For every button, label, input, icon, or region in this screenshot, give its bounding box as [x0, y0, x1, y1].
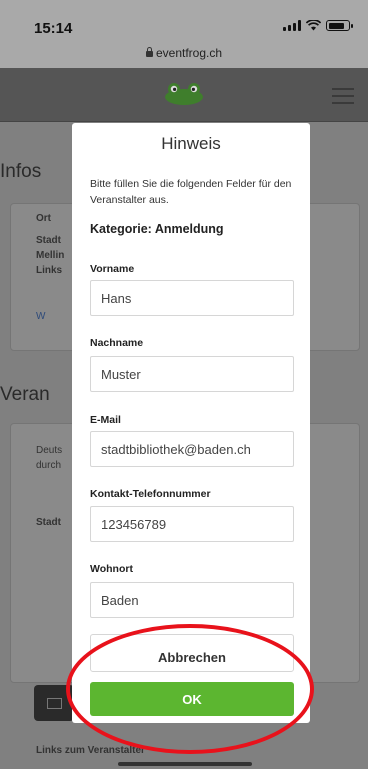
last-name-input[interactable]: Muster	[90, 356, 294, 392]
dialog-intro-text: Bitte füllen Sie die folgenden Felder fü…	[90, 178, 292, 206]
organizer-card-line: durch	[36, 460, 62, 471]
organizer-card-line: Deuts	[36, 445, 63, 456]
status-time: 15:14	[34, 20, 73, 37]
first-name-input[interactable]: Hans	[90, 280, 294, 316]
organizer-card-name: Stadt	[36, 517, 61, 528]
info-card-line: Ort	[36, 213, 51, 224]
cancel-button[interactable]: Abbrechen	[90, 634, 294, 672]
address-bar-url: eventfrog.ch	[155, 46, 223, 60]
signal-icon	[283, 20, 301, 31]
battery-icon	[326, 20, 353, 31]
system-icons	[283, 20, 353, 31]
lock-icon	[145, 47, 153, 57]
home-indicator	[118, 762, 252, 766]
info-card-line: Mellin	[36, 250, 65, 261]
wifi-icon	[306, 20, 321, 31]
first-name-label: Vorname	[90, 263, 135, 275]
info-card-link[interactable]: W	[36, 309, 45, 324]
phone-label: Kontakt-Telefonnummer	[90, 488, 211, 500]
info-card-line: Links	[36, 265, 63, 276]
residence-input[interactable]: Baden	[90, 582, 294, 618]
info-card-line: Stadt	[36, 235, 61, 246]
residence-label: Wohnort	[90, 563, 133, 575]
email-label: E-Mail	[90, 414, 121, 426]
mail-button[interactable]	[34, 685, 74, 721]
phone-input[interactable]: 123456789	[90, 506, 294, 542]
dialog-title: Hinweis	[161, 134, 221, 153]
site-navbar	[0, 68, 368, 122]
section-veranstalter-heading: Veran	[0, 384, 50, 405]
registration-dialog: Hinweis Bitte füllen Sie die folgenden F…	[72, 123, 310, 723]
organizer-links-label: Links zum Veranstalter	[36, 745, 145, 756]
last-name-label: Nachname	[90, 337, 144, 349]
status-bar: 15:14 eventfrog.ch	[0, 0, 368, 68]
frog-logo-icon[interactable]	[163, 80, 205, 106]
address-bar[interactable]: eventfrog.ch	[0, 46, 368, 60]
category-label: Kategorie: Anmeldung	[90, 222, 224, 236]
ok-button[interactable]: OK	[90, 682, 294, 716]
menu-icon[interactable]	[332, 88, 354, 104]
section-infos-heading: Infos	[0, 161, 42, 182]
email-input[interactable]: stadtbibliothek@baden.ch	[90, 431, 294, 467]
